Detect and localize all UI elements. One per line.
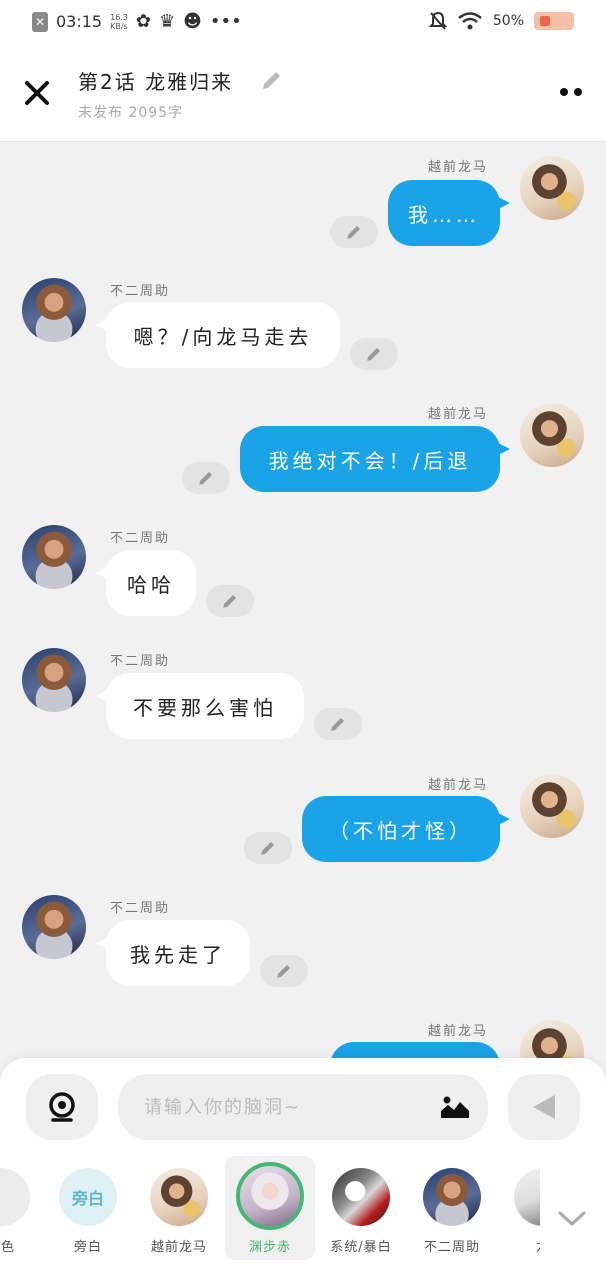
pencil-icon (199, 472, 212, 485)
role-item-selected[interactable]: 渊步赤 (225, 1156, 315, 1260)
role-avatar: 旁白 (59, 1168, 117, 1226)
more-button[interactable] (560, 88, 582, 96)
edit-message-button[interactable] (314, 708, 362, 740)
status-right: 50% (428, 11, 574, 31)
chevron-down-icon (558, 1211, 586, 1226)
role-item[interactable]: 越前龙马 (134, 1156, 224, 1260)
speaker-name: 越前龙马 (428, 778, 489, 793)
avatar[interactable] (22, 648, 86, 712)
role-avatar (236, 1162, 304, 1230)
message-bubble[interactable]: 嗯？/向龙马走去 (96, 302, 340, 368)
avatar[interactable] (22, 895, 86, 959)
image-icon (441, 1096, 469, 1118)
composer-panel: 角色 旁白 旁白 越前龙马 渊步赤 系统/暴白 不二周助 龙 (0, 1058, 606, 1280)
role-avatar (0, 1168, 30, 1226)
edit-message-button[interactable] (244, 832, 292, 864)
more-icon (574, 88, 582, 96)
role-item[interactable]: 系统/暴白 (316, 1156, 406, 1260)
battery-percent: 50% (492, 13, 524, 29)
speaker-name: 越前龙马 (428, 1024, 489, 1039)
image-button[interactable] (440, 1094, 470, 1120)
role-label: 不二周助 (423, 1240, 480, 1255)
role-avatar (423, 1168, 481, 1226)
message-bubble[interactable]: 我先走了 (96, 920, 250, 986)
network-speed: 16.3 KB/s (110, 13, 128, 31)
voice-icon (49, 1092, 75, 1122)
role-label: 角色 (0, 1240, 15, 1255)
avatar[interactable] (520, 774, 584, 838)
pencil-icon (347, 226, 360, 239)
expand-roles-button[interactable] (552, 1204, 592, 1234)
message-input-box (118, 1074, 488, 1140)
more-icon (560, 88, 568, 96)
chapter-title: 第2话 龙雅归来 (78, 70, 234, 94)
edit-message-button[interactable] (330, 216, 378, 248)
role-label: 系统/暴白 (330, 1240, 392, 1255)
mute-bell-icon (428, 11, 447, 30)
voice-button[interactable] (26, 1074, 98, 1140)
speaker-name: 不二周助 (110, 901, 171, 916)
pencil-icon (367, 348, 380, 361)
edit-message-button[interactable] (260, 955, 308, 987)
send-icon (533, 1095, 555, 1119)
avatar[interactable] (520, 403, 584, 467)
edit-message-button[interactable] (350, 338, 398, 370)
message-bubble[interactable]: 不要那么害怕 (96, 673, 304, 739)
role-avatar (150, 1168, 208, 1226)
chat-list[interactable]: 越前龙马 我…… 不二周助 嗯？/向龙马走去 越前龙马 我绝对不会！/后退 不二… (0, 142, 606, 1060)
pencil-icon (261, 842, 274, 855)
message-bubble[interactable]: （不怕才怪） (302, 796, 510, 862)
avatar[interactable] (520, 156, 584, 220)
edit-message-button[interactable] (182, 462, 230, 494)
network-speed-value: 16.3 (110, 12, 128, 22)
close-icon (25, 81, 49, 105)
send-button[interactable] (508, 1074, 580, 1140)
role-label: 渊步赤 (248, 1240, 291, 1255)
pencil-icon (331, 718, 344, 731)
message-bubble[interactable]: 哈哈 (96, 550, 196, 616)
speaker-name: 越前龙马 (428, 407, 489, 422)
role-avatar (332, 1168, 390, 1226)
role-avatar (514, 1168, 540, 1226)
battery-icon (534, 12, 574, 30)
app-icon: ✿ (135, 11, 152, 32)
message-bubble[interactable]: 我…… (388, 180, 510, 246)
pencil-icon (263, 72, 280, 89)
status-bar: ✕ 03:15 16.3 KB/s ✿ ♛ ☻ ••• 50% (0, 0, 606, 46)
message-bubble[interactable]: 我绝对不会！/后退 (240, 426, 510, 492)
speaker-name: 越前龙马 (428, 160, 489, 175)
speaker-name: 不二周助 (110, 284, 171, 299)
speaker-name: 不二周助 (110, 531, 171, 546)
crown-icon: ♛ (159, 11, 176, 32)
ninja-icon: ☻ (183, 11, 202, 32)
speaker-name: 不二周助 (110, 654, 171, 669)
role-label: 越前龙马 (150, 1240, 207, 1255)
notification-icon: ✕ (32, 11, 48, 32)
role-selector: 角色 旁白 旁白 越前龙马 渊步赤 系统/暴白 不二周助 龙 (0, 1156, 540, 1266)
role-item[interactable]: 旁白 旁白 (43, 1156, 133, 1260)
role-item[interactable]: 不二周助 (407, 1156, 497, 1260)
role-item[interactable]: 角色 (0, 1156, 46, 1260)
avatar[interactable] (520, 1020, 584, 1060)
role-label: 旁白 (73, 1240, 102, 1255)
wifi-icon (458, 12, 482, 30)
message-input[interactable] (144, 1092, 424, 1122)
edit-title-button[interactable] (260, 68, 284, 92)
pencil-icon (277, 965, 290, 978)
role-item[interactable]: 龙 (498, 1156, 540, 1260)
close-button[interactable] (22, 78, 52, 108)
chapter-header: 第2话 龙雅归来 未发布 2095字 (0, 46, 606, 142)
pencil-icon (223, 595, 236, 608)
more-notifications-icon: ••• (209, 11, 242, 32)
role-label: 龙 (498, 1236, 540, 1255)
avatar[interactable] (22, 278, 86, 342)
network-speed-unit: KB/s (110, 21, 128, 31)
status-left: ✕ 03:15 16.3 KB/s ✿ ♛ ☻ ••• (32, 11, 242, 32)
avatar[interactable] (22, 525, 86, 589)
status-time: 03:15 (56, 12, 103, 31)
edit-message-button[interactable] (206, 585, 254, 617)
chapter-status: 未发布 2095字 (78, 105, 184, 121)
